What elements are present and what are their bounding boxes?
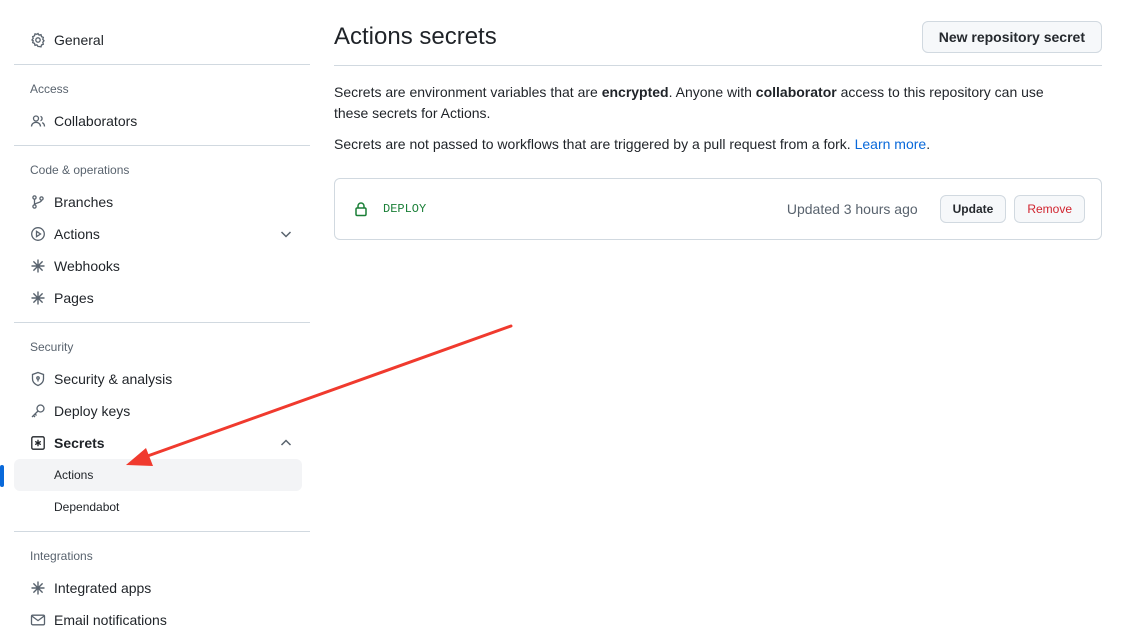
fork-note-text: Secrets are not passed to workflows that…: [334, 136, 851, 152]
sidebar-item-label: Email notifications: [54, 612, 167, 628]
sidebar-item-label: Webhooks: [54, 258, 120, 274]
pages-icon: [30, 290, 46, 306]
section-title-code-operations: Code & operations: [30, 163, 130, 177]
description-bold: collaborator: [755, 84, 837, 100]
mail-icon: [30, 612, 46, 628]
shield-icon: [30, 371, 46, 387]
people-icon: [30, 113, 46, 129]
description-text: Secrets are environment variables that a…: [334, 84, 602, 100]
page-header: Actions secrets New repository secret: [334, 20, 1102, 54]
sidebar-item-label: Deploy keys: [54, 403, 131, 419]
active-indicator: [0, 465, 4, 487]
sidebar-item-webhooks[interactable]: Webhooks: [14, 250, 310, 282]
sidebar-item-general[interactable]: General: [14, 24, 310, 56]
update-secret-button[interactable]: Update: [939, 195, 1007, 223]
secret-name: DEPLOY: [383, 202, 427, 216]
sidebar-item-deploy-keys[interactable]: Deploy keys: [14, 395, 310, 427]
webhook-icon: [30, 258, 46, 274]
secrets-description: Secrets are environment variables that a…: [334, 82, 1074, 124]
apps-icon: [30, 580, 46, 596]
description-bold: encrypted: [601, 84, 669, 100]
sidebar-item-pages[interactable]: Pages: [14, 282, 310, 314]
sidebar-item-security-analysis[interactable]: Security & analysis: [14, 363, 310, 395]
sidebar-item-label: General: [54, 32, 104, 48]
learn-more-link[interactable]: Learn more: [855, 136, 927, 152]
chevron-down-icon[interactable]: [278, 226, 294, 242]
sidebar-item-label: Dependabot: [54, 500, 120, 514]
sidebar-item-label: Secrets: [54, 435, 105, 451]
divider: [14, 531, 310, 532]
sidebar-item-label: Collaborators: [54, 113, 138, 129]
sidebar-item-label: Integrated apps: [54, 580, 152, 596]
sidebar-subitem-secrets-actions[interactable]: Actions: [0, 459, 302, 491]
asterisk-box-icon: [30, 435, 46, 451]
fork-note: Secrets are not passed to workflows that…: [334, 134, 1102, 155]
sidebar-item-collaborators[interactable]: Collaborators: [14, 105, 310, 137]
section-title-security: Security: [30, 340, 74, 354]
sidebar-item-secrets[interactable]: Secrets: [14, 427, 310, 459]
new-repository-secret-button[interactable]: New repository secret: [921, 21, 1102, 53]
divider: [14, 64, 310, 65]
divider: [14, 145, 310, 146]
sidebar-item-label: Security & analysis: [54, 371, 173, 387]
lock-icon: [353, 201, 369, 217]
gear-icon: [30, 32, 46, 48]
sidebar-subitem-secrets-dependabot[interactable]: Dependabot: [14, 491, 302, 523]
git-branch-icon: [30, 194, 46, 210]
secret-updated-time: Updated 3 hours ago: [786, 201, 918, 217]
period: .: [926, 136, 931, 152]
sidebar-item-email-notifications[interactable]: Email notifications: [14, 604, 310, 636]
secret-row: DEPLOY Updated 3 hours ago Update Remove: [334, 178, 1102, 240]
settings-sidebar: General Access Collaborators Code & oper…: [0, 24, 310, 636]
sidebar-item-label: Actions: [54, 226, 100, 242]
sidebar-item-label: Actions: [54, 468, 94, 482]
play-icon: [30, 226, 46, 242]
remove-secret-button[interactable]: Remove: [1014, 195, 1085, 223]
main-content: Actions secrets New repository secret Se…: [334, 20, 1102, 240]
section-title-access: Access: [30, 82, 69, 96]
sidebar-item-label: Pages: [54, 290, 94, 306]
divider: [14, 322, 310, 323]
sidebar-item-label: Branches: [54, 194, 114, 210]
sidebar-item-integrated-apps[interactable]: Integrated apps: [14, 572, 310, 604]
key-icon: [30, 403, 46, 419]
description-text: . Anyone with: [668, 84, 756, 100]
section-title-integrations: Integrations: [30, 549, 93, 563]
chevron-up-icon[interactable]: [278, 435, 294, 451]
divider: [334, 65, 1102, 66]
page-title: Actions secrets: [334, 23, 497, 50]
sidebar-item-branches[interactable]: Branches: [14, 186, 310, 218]
sidebar-item-actions[interactable]: Actions: [14, 218, 310, 250]
